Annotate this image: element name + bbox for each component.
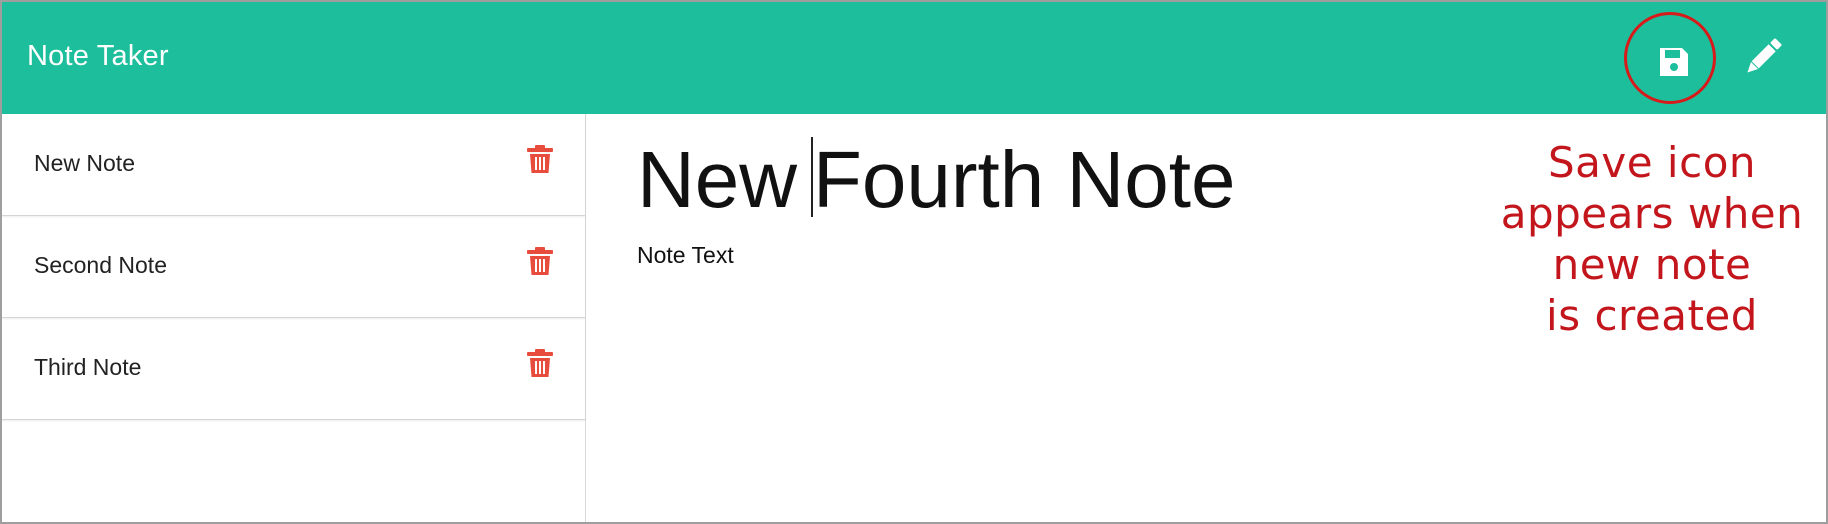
note-text-input[interactable]: Note Text <box>637 242 734 269</box>
title-text-after-caret: Fourth Note <box>813 135 1236 224</box>
note-title: Second Note <box>34 252 167 278</box>
title-text-before-caret: New <box>637 135 798 224</box>
annotation-line: is created <box>1546 291 1758 340</box>
note-title: New Note <box>34 150 135 176</box>
note-list-item[interactable]: New Note <box>2 114 585 216</box>
annotation-callout: Save icon appears when new note is creat… <box>1472 137 1826 341</box>
save-icon[interactable] <box>1657 45 1691 79</box>
annotation-line: appears when <box>1500 189 1804 238</box>
pencil-icon[interactable] <box>1742 36 1784 78</box>
annotation-line: Save icon <box>1547 138 1757 187</box>
note-title: Third Note <box>34 354 142 380</box>
save-icon-highlight-circle <box>1624 12 1716 104</box>
annotation-line: new note <box>1552 240 1752 289</box>
note-list-item[interactable]: Second Note <box>2 216 585 318</box>
trash-icon[interactable] <box>526 246 554 276</box>
app-title[interactable]: Note Taker <box>27 40 169 73</box>
navbar: Note Taker <box>2 2 1826 114</box>
trash-icon[interactable] <box>526 348 554 378</box>
note-title-input[interactable]: New Fourth Note <box>637 136 1235 224</box>
notes-sidebar: New Note Second Note Third Note <box>2 114 586 522</box>
trash-icon[interactable] <box>526 144 554 174</box>
app-window: Note Taker New Note Second Note Third No… <box>0 0 1828 524</box>
note-list-item[interactable]: Third Note <box>2 318 585 420</box>
